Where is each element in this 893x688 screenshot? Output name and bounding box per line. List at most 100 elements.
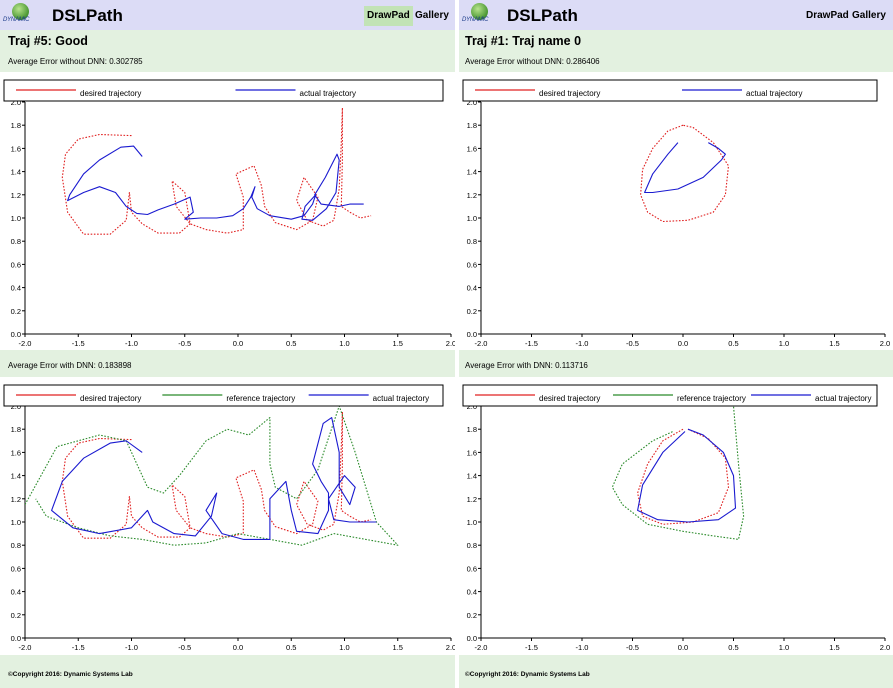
series-reference-trajectory <box>611 399 745 540</box>
x-tick-label: 0.0 <box>233 643 243 652</box>
series-actual-trajectory <box>67 145 364 221</box>
y-tick-label: 1.6 <box>467 144 477 153</box>
y-tick-label: 1.2 <box>467 191 477 200</box>
y-tick-label: 1.6 <box>11 448 21 457</box>
y-tick-label: 0.6 <box>467 260 477 269</box>
y-tick-label: 0.8 <box>11 237 21 246</box>
y-tick-label: 0.2 <box>467 611 477 620</box>
dsl-logo-icon: DYNAMIC <box>462 3 498 28</box>
y-tick-label: 0.4 <box>467 284 477 293</box>
copyright-footer: ©Copyright 2016: Dynamic Systems Lab <box>8 671 133 678</box>
series-desired-trajectory <box>637 428 730 525</box>
y-tick-label: 1.8 <box>467 425 477 434</box>
error-without-dnn: Average Error without DNN: 0.302785 <box>8 57 143 66</box>
x-tick-label: -0.5 <box>626 339 639 348</box>
y-tick-label: 0.8 <box>467 237 477 246</box>
plot-with-dnn: 0.0 0.2 0.4 0.6 0.8 1.0 1.2 1.4 1.6 1.8 2.0 -2.0 -1.… <box>459 377 893 655</box>
x-tick-label: 1.0 <box>339 643 349 652</box>
x-tick-label: 1.0 <box>779 339 789 348</box>
legend-label: desired trajectory <box>80 394 141 403</box>
gallery-nav-button[interactable]: Gallery <box>849 6 889 26</box>
error-without-dnn: Average Error without DNN: 0.286406 <box>465 57 600 66</box>
x-tick-label: -0.5 <box>626 643 639 652</box>
y-tick-label: 1.6 <box>11 144 21 153</box>
y-tick-label: 1.0 <box>467 214 477 223</box>
y-tick-label: 0.6 <box>467 564 477 573</box>
x-tick-label: 0.5 <box>286 643 296 652</box>
series-desired-trajectory <box>61 107 372 235</box>
drawpad-nav-button[interactable]: DrawPad <box>803 6 852 26</box>
x-tick-label: -2.0 <box>19 643 32 652</box>
y-tick-label: 0.2 <box>467 307 477 316</box>
dsl-logo-icon: DYNAMIC <box>3 3 39 28</box>
x-tick-label: -1.5 <box>525 339 538 348</box>
y-tick-label: 1.4 <box>467 168 477 177</box>
y-tick-label: 0.4 <box>11 284 21 293</box>
x-tick-label: -1.0 <box>125 643 138 652</box>
trajectory-title: Traj #1: Traj name 0 <box>465 34 582 48</box>
y-tick-label: 1.6 <box>467 448 477 457</box>
drawpad-nav-button[interactable]: DrawPad <box>364 6 413 26</box>
y-tick-label: 1.0 <box>11 518 21 527</box>
y-tick-label: 1.8 <box>467 121 477 130</box>
legend-label: actual trajectory <box>373 394 429 403</box>
x-tick-label: -0.5 <box>178 339 191 348</box>
y-tick-label: 0.2 <box>11 307 21 316</box>
x-tick-label: 0.5 <box>728 339 738 348</box>
y-tick-label: 1.2 <box>11 191 21 200</box>
x-tick-label: 0.5 <box>728 643 738 652</box>
y-tick-label: 0.6 <box>11 260 21 269</box>
legend-label: desired trajectory <box>539 394 600 403</box>
x-tick-label: -2.0 <box>19 339 32 348</box>
y-tick-label: 0.0 <box>11 330 21 339</box>
x-tick-label: -1.5 <box>72 339 85 348</box>
app-header: DYNAMIC DSLPath DrawPad Gallery <box>0 0 455 30</box>
plot-without-dnn: 0.0 0.2 0.4 0.6 0.8 1.0 1.2 1.4 1.6 1.8 2.0 -2.0 -1.… <box>459 72 893 350</box>
y-tick-label: 0.8 <box>11 541 21 550</box>
legend-label: desired trajectory <box>539 89 600 98</box>
y-tick-label: 0.2 <box>11 611 21 620</box>
app-title: DSLPath <box>507 6 578 25</box>
x-tick-label: -0.5 <box>178 643 191 652</box>
y-tick-label: 0.4 <box>11 588 21 597</box>
x-tick-label: -1.5 <box>525 643 538 652</box>
error-with-dnn: Average Error with DNN: 0.113716 <box>465 361 588 370</box>
y-tick-label: 1.8 <box>11 425 21 434</box>
y-tick-label: 1.2 <box>467 495 477 504</box>
y-tick-label: 0.0 <box>11 634 21 643</box>
error-with-dnn: Average Error with DNN: 0.183898 <box>8 361 132 370</box>
app-title: DSLPath <box>52 6 123 25</box>
y-tick-label: 1.4 <box>467 472 477 481</box>
y-tick-label: 1.0 <box>11 214 21 223</box>
x-tick-label: 2.0 <box>880 643 890 652</box>
x-tick-label: 1.5 <box>829 339 839 348</box>
x-tick-label: 1.5 <box>829 643 839 652</box>
y-tick-label: 1.4 <box>11 168 21 177</box>
y-tick-label: 0.4 <box>467 588 477 597</box>
x-tick-label: 2.0 <box>446 643 455 652</box>
x-tick-label: -1.0 <box>125 339 138 348</box>
x-tick-label: 1.0 <box>339 339 349 348</box>
right-pane: DYNAMIC DSLPath DrawPad Gallery Traj #1:… <box>459 0 893 688</box>
y-tick-label: 0.0 <box>467 634 477 643</box>
x-tick-label: -1.5 <box>72 643 85 652</box>
legend-label: desired trajectory <box>80 89 141 98</box>
legend-label: actual trajectory <box>300 89 356 98</box>
plot-with-dnn: 0.0 0.2 0.4 0.6 0.8 1.0 1.2 1.4 1.6 1.8 2.0 -2.0 -1.… <box>0 377 455 655</box>
y-tick-label: 1.8 <box>11 121 21 130</box>
copyright-footer: ©Copyright 2016: Dynamic Systems Lab <box>465 671 590 678</box>
legend-label: reference trajectory <box>677 394 746 403</box>
x-tick-label: -2.0 <box>475 643 488 652</box>
x-tick-label: 0.5 <box>286 339 296 348</box>
x-tick-label: 1.0 <box>779 643 789 652</box>
x-tick-label: -2.0 <box>475 339 488 348</box>
y-tick-label: 1.2 <box>11 495 21 504</box>
series-actual-trajectory <box>644 142 726 194</box>
trajectory-title: Traj #5: Good <box>8 34 88 48</box>
gallery-nav-button[interactable]: Gallery <box>412 6 452 26</box>
left-pane: DYNAMIC DSLPath DrawPad Gallery Traj #5:… <box>0 0 455 688</box>
y-tick-label: 0.0 <box>467 330 477 339</box>
legend-label: actual trajectory <box>815 394 871 403</box>
app-header: DYNAMIC DSLPath DrawPad Gallery <box>459 0 893 30</box>
x-tick-label: 1.5 <box>393 643 403 652</box>
